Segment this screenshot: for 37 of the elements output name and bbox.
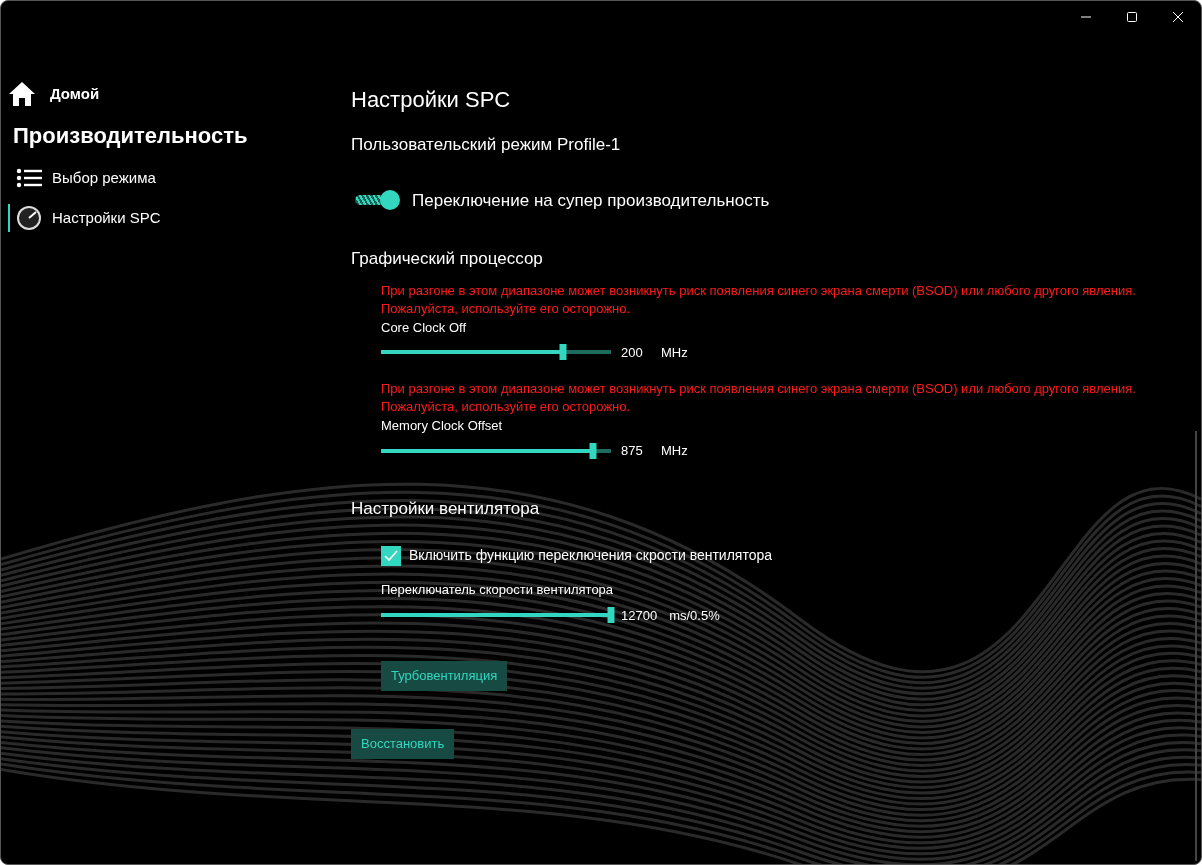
slider[interactable] [381, 445, 611, 456]
turbo-fan-button[interactable]: Турбовентиляция [381, 661, 508, 691]
slider[interactable] [381, 347, 611, 358]
nav-item[interactable]: Выбор режима [8, 164, 351, 192]
restore-button[interactable]: Восстановить [351, 729, 455, 759]
checkbox-label: Включить функцию переключения скрости вентилятора [409, 546, 773, 565]
warning-text: При разгоне в этом диапазоне может возникнуть риск появления синего экрана смерти (BSOD) или любого другого явления. Пожалуйста, используйте его осторожно. [381, 380, 1137, 416]
section-title: Графический процессор [351, 248, 544, 270]
list-icon [16, 168, 42, 188]
home-nav-item[interactable]: Домой [8, 79, 351, 109]
slider-thumb[interactable] [559, 344, 567, 361]
checkbox[interactable] [381, 545, 401, 566]
slider-unit: ms/0.5% [669, 606, 720, 625]
gauge-icon [16, 205, 42, 231]
slider-unit: MHz [661, 442, 688, 460]
slider-thumb[interactable] [607, 607, 615, 624]
profile-subtitle: Пользовательский режим Profile-1 [351, 134, 622, 156]
toggle-label: Переключение на супер производительность [412, 189, 770, 212]
close-icon[interactable] [1172, 11, 1184, 23]
section-heading: Производительность [13, 122, 249, 150]
slider-label: Memory Clock Offset [381, 417, 504, 435]
slider-value: 200 [621, 343, 644, 362]
page-title: Настройки SPC [351, 86, 512, 114]
checkmark-icon [384, 549, 398, 562]
scrollbar[interactable] [1195, 431, 1197, 861]
home-icon [8, 81, 36, 107]
slider-label: Переключатель скорости вентилятора [381, 581, 615, 599]
nav-item[interactable]: Настройки SPC [8, 204, 351, 232]
maximize-icon[interactable] [1126, 11, 1138, 23]
slider-value: 12700 [621, 606, 658, 625]
warning-text: При разгоне в этом диапазоне может возникнуть риск появления синего экрана смерти (BSOD) или любого другого явления. Пожалуйста, используйте его осторожно. [381, 281, 1137, 318]
toggle-switch[interactable] [355, 190, 400, 211]
slider-value: 875 [621, 442, 644, 460]
slider-thumb[interactable] [589, 442, 597, 459]
slider-label: Core Clock Off [381, 318, 467, 337]
section-title: Настройки вентилятора [351, 497, 541, 520]
slider-unit: MHz [661, 343, 688, 362]
